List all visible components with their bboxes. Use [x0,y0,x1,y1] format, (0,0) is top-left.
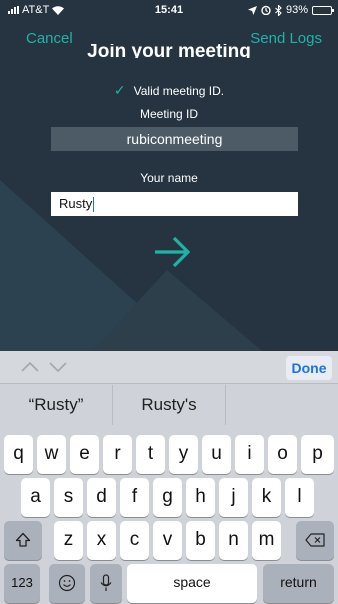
battery-label: 93% [285,4,308,16]
emoji-key[interactable] [49,564,85,603]
backspace-icon [305,533,325,547]
keyboard-row-1: q w e r t y u i o p [0,435,338,474]
status-right: 93% [247,4,334,16]
meeting-id-label: Meeting ID [139,107,199,121]
keyboard-accessory-bar: Done [0,351,338,384]
key-r[interactable]: r [103,435,132,474]
key-f[interactable]: f [120,478,149,517]
text-caret [93,197,95,213]
key-w[interactable]: w [37,435,66,474]
space-key[interactable]: space [127,564,257,603]
page-title: Join your meeting [0,44,338,58]
background-shape [92,270,262,351]
keyboard-row-3: z x c v b n m [0,521,338,560]
key-l[interactable]: l [285,478,314,517]
key-h[interactable]: h [186,478,215,517]
key-v[interactable]: v [153,521,182,560]
key-o[interactable]: o [268,435,297,474]
suggestion-item[interactable] [225,385,338,425]
key-q[interactable]: q [4,435,33,474]
key-y[interactable]: y [169,435,198,474]
battery-icon [312,5,334,15]
name-value: Rusty [59,196,93,211]
key-e[interactable]: e [70,435,99,474]
key-d[interactable]: d [87,478,116,517]
key-c[interactable]: c [120,521,149,560]
chevron-down-icon[interactable] [48,358,68,376]
name-label: Your name [140,171,198,185]
bluetooth-icon [275,4,282,16]
key-m[interactable]: m [252,521,281,560]
done-button[interactable]: Done [286,356,332,380]
key-u[interactable]: u [202,435,231,474]
validation-text: Valid meeting ID. [133,84,225,98]
suggestion-bar: “Rusty” Rusty's [0,385,338,425]
key-g[interactable]: g [153,478,182,517]
chevron-up-icon[interactable] [20,358,40,376]
delete-key[interactable] [296,521,334,560]
numbers-key[interactable]: 123 [4,564,40,603]
name-field[interactable]: Rusty [51,192,298,216]
key-b[interactable]: b [186,521,215,560]
alarm-icon [261,5,271,15]
key-k[interactable]: k [252,478,281,517]
suggestion-item[interactable]: “Rusty” [0,385,112,425]
checkmark-icon: ✓ [113,82,126,98]
location-icon [247,5,257,15]
key-p[interactable]: p [301,435,334,474]
page-title-text: Join your meeting [87,44,251,58]
key-a[interactable]: a [21,478,50,517]
shift-key[interactable] [4,521,42,560]
keyboard-row-2: a s d f g h j k l [0,478,338,517]
key-s[interactable]: s [54,478,83,517]
keyboard-row-4: 123 space return [0,564,338,603]
return-key[interactable]: return [263,564,334,603]
keyboard: Done “Rusty” Rusty's q w e r t y u i o p… [0,351,338,604]
arrow-right-icon[interactable] [150,232,196,272]
key-n[interactable]: n [219,521,248,560]
app-screen: AT&T 15:41 93% Cancel Send Logs Join you… [0,0,338,351]
key-z[interactable]: z [54,521,83,560]
suggestion-item[interactable]: Rusty's [112,385,225,425]
shift-icon [15,532,31,547]
validation-message: ✓ Valid meeting ID. [0,82,338,99]
microphone-icon [100,574,112,591]
key-x[interactable]: x [87,521,116,560]
status-bar: AT&T 15:41 93% [0,0,338,20]
key-t[interactable]: t [136,435,165,474]
dictation-key[interactable] [90,564,122,603]
emoji-icon [58,574,76,592]
meeting-id-field[interactable]: rubiconmeeting [51,127,298,151]
key-i[interactable]: i [235,435,264,474]
key-j[interactable]: j [219,478,248,517]
